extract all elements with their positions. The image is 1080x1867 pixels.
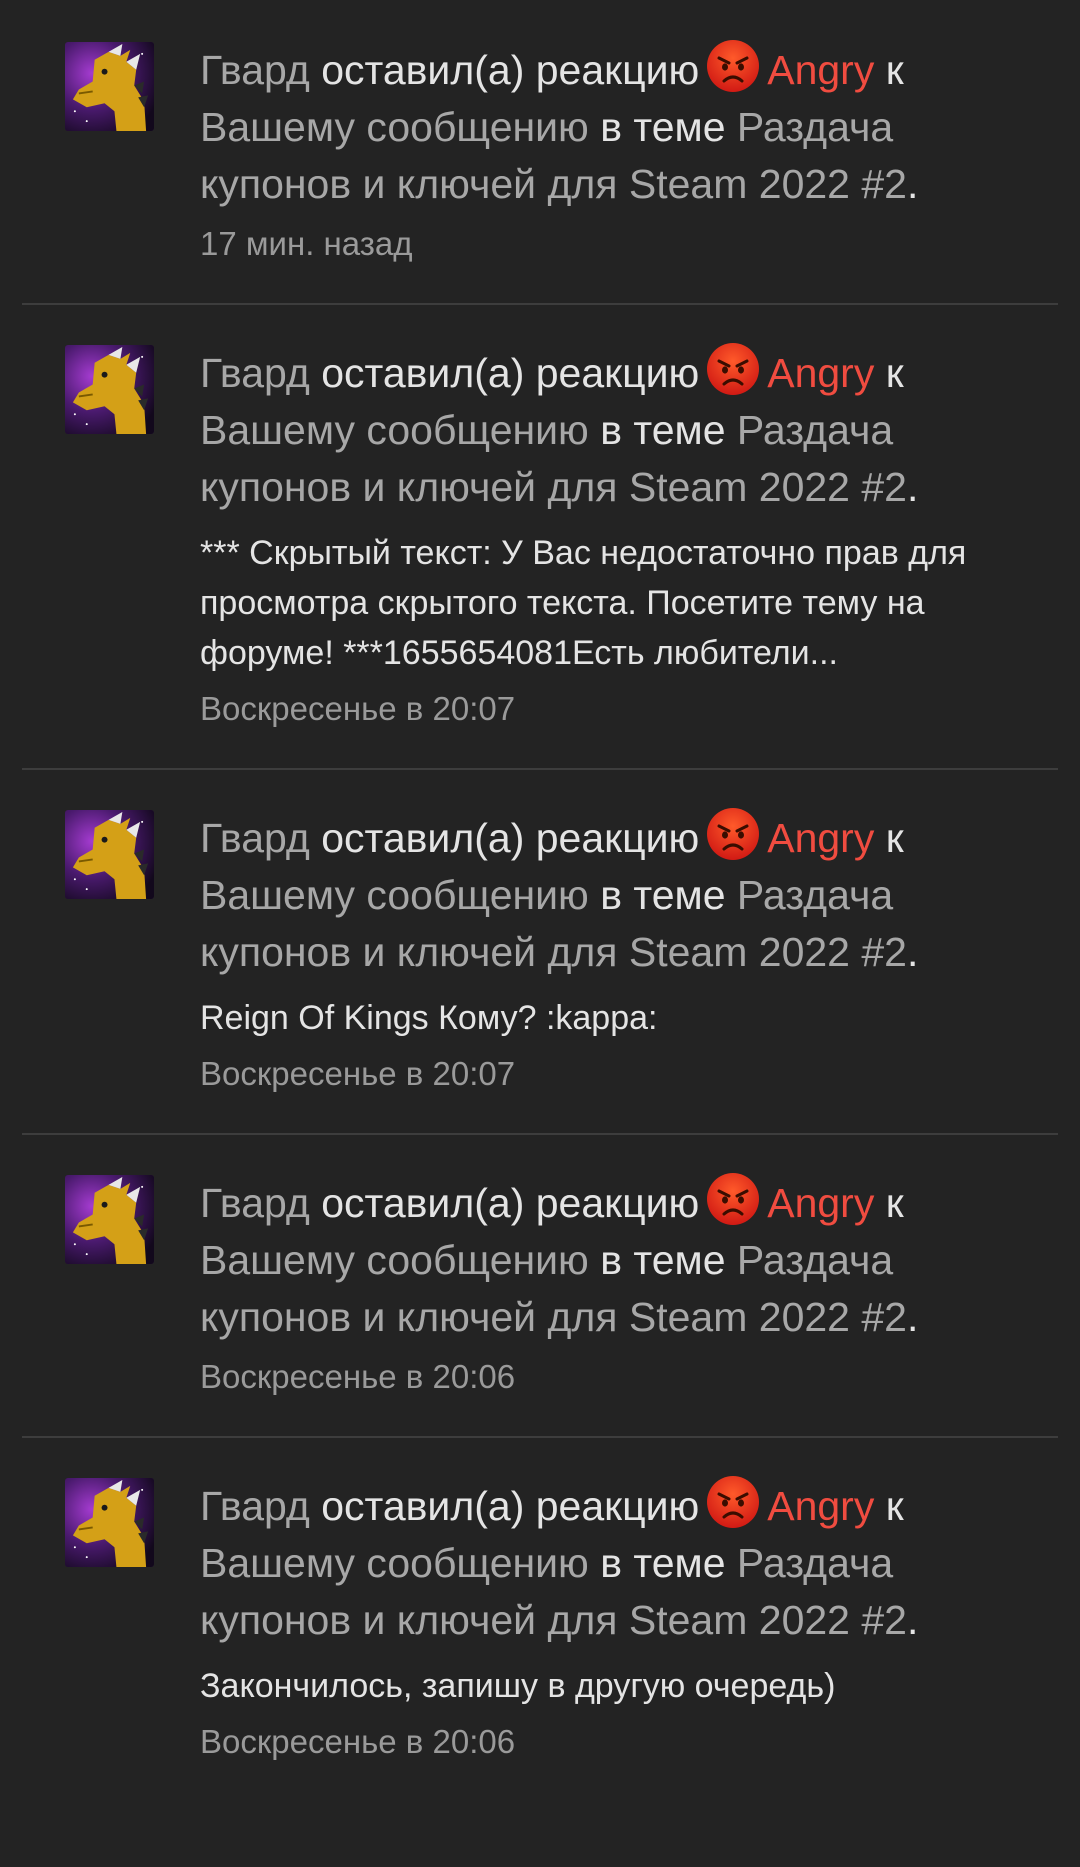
action-text-tail: к (885, 1180, 904, 1226)
notification-item[interactable]: Гвард оставил(а) реакцию Angry к Вашему с… (0, 0, 1080, 303)
in-thread-text: в теме (600, 872, 726, 918)
post-snippet: Reign Of Kings Кому? :kappa: (200, 999, 658, 1037)
angry-face-icon (705, 341, 761, 397)
action-text-tail: к (885, 350, 904, 396)
in-thread-text: в теме (600, 1237, 726, 1283)
reaction-name: Angry (767, 47, 875, 93)
reaction-name: Angry (767, 815, 875, 861)
sentence-end: . (906, 929, 919, 975)
in-thread-text: в теме (600, 407, 726, 453)
username-link[interactable]: Гвард (200, 1483, 310, 1529)
reaction-name: Angry (767, 1483, 875, 1529)
in-thread-text: в теме (600, 1540, 726, 1586)
user-avatar[interactable] (65, 810, 154, 899)
action-text: оставил(а) реакцию (321, 1180, 700, 1226)
action-text: оставил(а) реакцию (321, 815, 700, 861)
reaction-name: Angry (767, 1180, 875, 1226)
user-avatar[interactable] (65, 42, 154, 131)
in-thread-text: в теме (600, 104, 726, 150)
notification-time: 17 мин. назад (200, 225, 413, 262)
user-avatar[interactable] (65, 1478, 154, 1567)
action-text-tail: к (885, 815, 904, 861)
sentence-end: . (906, 1597, 919, 1643)
notification-time: Воскресенье в 20:07 (200, 690, 516, 727)
action-text: оставил(а) реакцию (321, 1483, 700, 1529)
sentence-end: . (906, 1294, 919, 1340)
post-link[interactable]: Вашему сообщению (200, 872, 589, 918)
user-avatar[interactable] (65, 1175, 154, 1264)
notification-list: Гвард оставил(а) реакцию Angry к Вашему с… (0, 0, 1080, 1801)
notification-item[interactable]: Гвард оставил(а) реакцию Angry к Вашему с… (0, 303, 1080, 768)
user-avatar[interactable] (65, 345, 154, 434)
post-link[interactable]: Вашему сообщению (200, 407, 589, 453)
sentence-end: . (906, 161, 919, 207)
username-link[interactable]: Гвард (200, 350, 310, 396)
sentence-end: . (906, 464, 919, 510)
action-text-tail: к (885, 1483, 904, 1529)
notification-time: Воскресенье в 20:06 (200, 1358, 516, 1395)
angry-face-icon (705, 38, 761, 94)
angry-face-icon (705, 806, 761, 862)
notification-item[interactable]: Гвард оставил(а) реакцию Angry к Вашему с… (0, 768, 1080, 1133)
angry-face-icon (705, 1171, 761, 1227)
post-link[interactable]: Вашему сообщению (200, 1540, 589, 1586)
notification-time: Воскресенье в 20:07 (200, 1055, 516, 1092)
post-link[interactable]: Вашему сообщению (200, 104, 589, 150)
notification-item[interactable]: Гвард оставил(а) реакцию Angry к Вашему с… (0, 1436, 1080, 1801)
notification-item[interactable]: Гвард оставил(а) реакцию Angry к Вашему с… (0, 1133, 1080, 1436)
post-snippet: *** Скрытый текст: У Вас недостаточно пр… (200, 534, 967, 672)
username-link[interactable]: Гвард (200, 1180, 310, 1226)
notification-time: Воскресенье в 20:06 (200, 1723, 516, 1760)
action-text-tail: к (885, 47, 904, 93)
username-link[interactable]: Гвард (200, 47, 310, 93)
action-text: оставил(а) реакцию (321, 47, 700, 93)
post-snippet: Закончилось, запишу в другую очередь) (200, 1667, 836, 1705)
angry-face-icon (705, 1474, 761, 1530)
username-link[interactable]: Гвард (200, 815, 310, 861)
reaction-name: Angry (767, 350, 875, 396)
action-text: оставил(а) реакцию (321, 350, 700, 396)
post-link[interactable]: Вашему сообщению (200, 1237, 589, 1283)
